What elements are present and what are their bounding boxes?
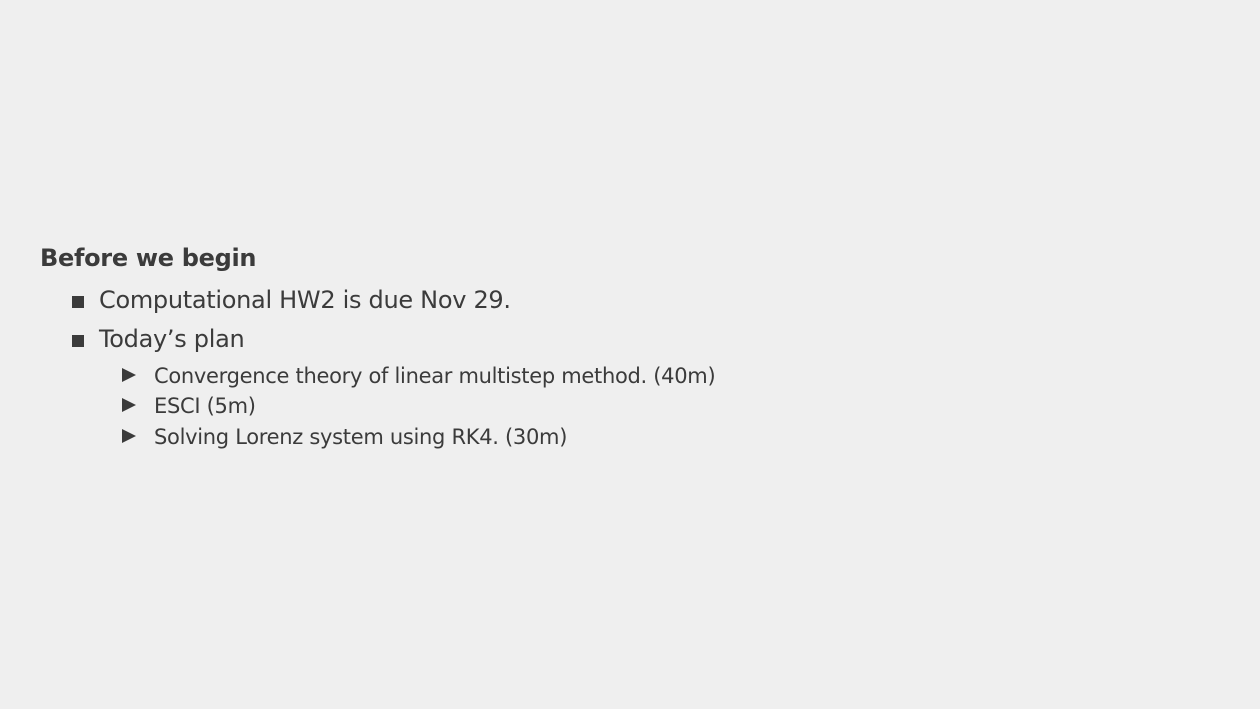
sub-list-item-text: Solving Lorenz system using RK4. (30m) <box>154 425 568 449</box>
square-bullet-icon <box>72 335 84 347</box>
sub-list-item: Solving Lorenz system using RK4. (30m) <box>122 424 567 450</box>
triangle-bullet-icon <box>122 397 136 412</box>
square-bullet-icon <box>72 296 84 308</box>
block-title: Before we begin <box>40 244 257 272</box>
triangle-bullet-icon <box>122 428 136 443</box>
list-item-text: Computational HW2 is due Nov 29. <box>99 286 511 314</box>
list-item-text: Today’s plan <box>99 325 245 353</box>
list-item: Today’s plan <box>72 324 245 354</box>
sub-list-item: ESCI (5m) <box>122 393 256 419</box>
slide: Before we begin Computational HW2 is due… <box>0 0 1260 709</box>
sub-list-item: Convergence theory of linear multistep m… <box>122 363 716 389</box>
list-item: Computational HW2 is due Nov 29. <box>72 285 511 315</box>
triangle-bullet-icon <box>122 367 136 382</box>
sub-list-item-text: Convergence theory of linear multistep m… <box>154 364 716 388</box>
sub-list-item-text: ESCI (5m) <box>154 394 256 418</box>
